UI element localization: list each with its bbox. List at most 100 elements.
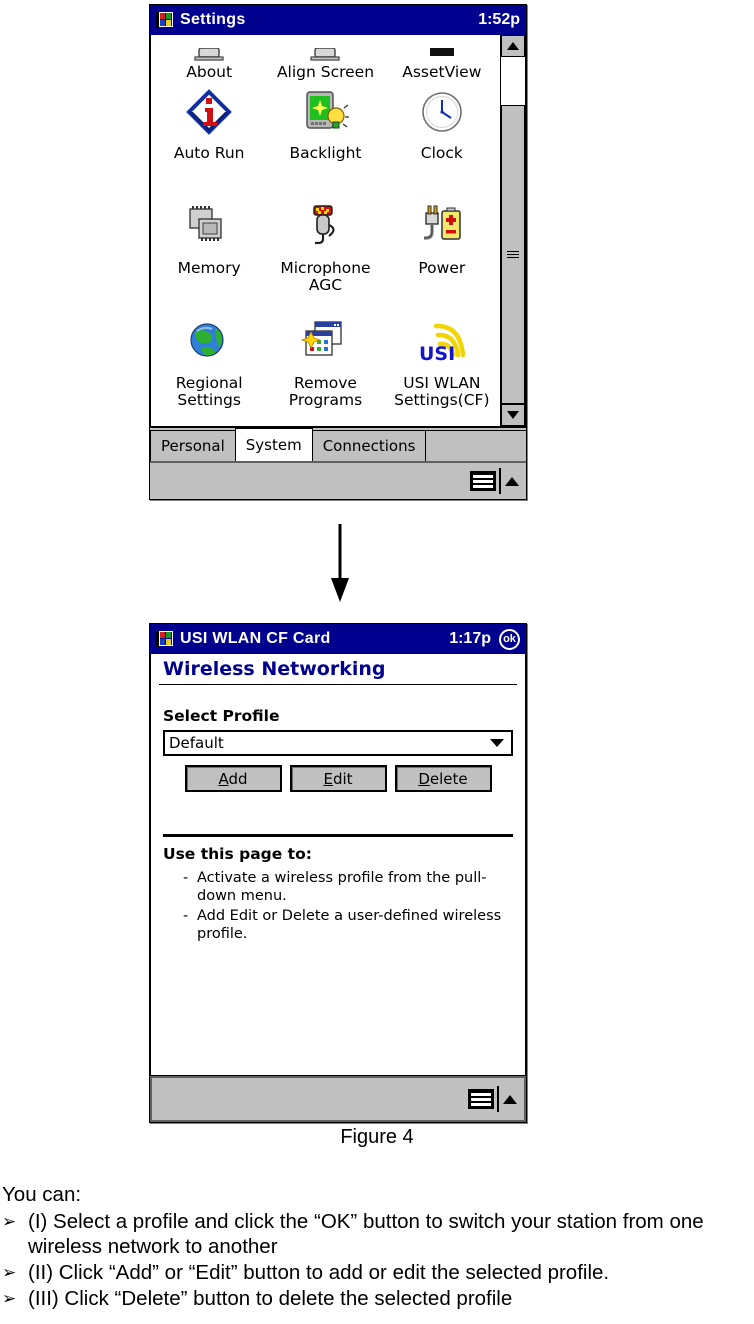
list-item: - Add Edit or Delete a user-defined wire… [183, 907, 517, 943]
settings-item-clock[interactable]: Clock [384, 81, 500, 196]
tab-label: System [245, 436, 302, 454]
profile-select-value: Default [169, 734, 224, 752]
taskbar-separator [497, 1086, 499, 1112]
prose-lead: You can: [2, 1183, 82, 1206]
settings-item-backlight[interactable]: Backlight [267, 81, 383, 196]
keyboard-icon[interactable] [470, 471, 496, 491]
arrow-bullet-icon: ➢ [2, 1263, 17, 1282]
list-item: - Activate a wireless profile from the p… [183, 869, 517, 905]
window-title: USI WLAN CF Card [180, 630, 331, 647]
icon-grid-scrollbar[interactable] [500, 35, 526, 427]
arrow-bullet-icon: ➢ [2, 1289, 17, 1308]
section-divider [163, 834, 513, 837]
body-text: You can: ➢ (I) Select a profile and clic… [2, 1182, 754, 1312]
add-button-mnemonic: A [218, 769, 229, 788]
tab-personal[interactable]: Personal [150, 430, 236, 461]
tab-label: Personal [161, 437, 225, 455]
backlight-icon [301, 81, 350, 143]
control-panel-icon-grid: About Align Screen AssetView Auto Run Ba… [150, 35, 500, 427]
settings-item-auto-run[interactable]: Auto Run [151, 81, 267, 196]
settings-titlebar: Settings 1:52p [150, 5, 526, 35]
settings-item-about[interactable]: About [151, 35, 267, 81]
keyboard-icon[interactable] [468, 1089, 494, 1109]
use-this-page-header: Use this page to: [163, 845, 312, 863]
settings-item-microphone-agc[interactable]: Microphone AGC [267, 196, 383, 311]
start-flag-icon[interactable] [156, 631, 174, 647]
scroll-down-button[interactable] [501, 404, 525, 426]
settings-tabbar: Personal System Connections [150, 427, 526, 461]
window-title: Settings [180, 11, 246, 28]
delete-button-label: elete [429, 769, 468, 788]
wireless-networking-body: Wireless Networking Select Profile Defau… [150, 654, 526, 1076]
usi-wlan-icon: USI [416, 311, 468, 373]
settings-item-assetview[interactable]: AssetView [384, 35, 500, 81]
triangle-down-icon [507, 411, 519, 419]
start-flag-icon[interactable] [156, 12, 174, 28]
align-screen-icon [308, 48, 342, 62]
settings-item-label: Backlight [289, 144, 362, 162]
usi-wlan-window: USI WLAN CF Card 1:17p ok Wireless Netwo… [149, 623, 527, 1123]
settings-item-remove-programs[interactable]: Remove Programs [267, 311, 383, 426]
settings-item-label: Align Screen [276, 63, 375, 81]
flow-arrow-down [331, 524, 349, 602]
about-icon [192, 48, 226, 62]
settings-item-label: Memory [177, 259, 241, 277]
ok-button[interactable]: ok [499, 628, 520, 650]
page-title: Wireless Networking [159, 654, 517, 685]
list-item-text: (III) Click “Delete” button to delete th… [28, 1287, 513, 1310]
list-item: ➢ (II) Click “Add” or “Edit” button to a… [2, 1260, 754, 1285]
triangle-up-icon[interactable] [505, 476, 519, 486]
usi-wlan-taskbar [150, 1076, 526, 1122]
taskbar-separator [499, 468, 501, 494]
profile-select[interactable]: Default [163, 730, 513, 756]
settings-item-power[interactable]: Power [384, 196, 500, 311]
scroll-up-button[interactable] [501, 35, 525, 57]
edit-button-mnemonic: E [323, 769, 333, 788]
grip-icon [507, 251, 519, 258]
assetview-icon [425, 48, 459, 62]
edit-button[interactable]: Edit [289, 765, 387, 792]
tab-connections[interactable]: Connections [311, 430, 427, 461]
list-item-text: Activate a wireless profile from the pul… [197, 870, 487, 904]
settings-body: About Align Screen AssetView Auto Run Ba… [150, 35, 526, 427]
delete-button-mnemonic: D [418, 769, 430, 788]
settings-item-usi-wlan[interactable]: USI USI WLAN Settings(CF) [384, 311, 500, 426]
remove-programs-icon [301, 311, 349, 373]
settings-item-regional-settings[interactable]: Regional Settings [151, 311, 267, 426]
regional-settings-icon [185, 311, 233, 373]
list-item-text: Add Edit or Delete a user-defined wirele… [197, 908, 502, 942]
figure-caption: Figure 4 [340, 1126, 414, 1148]
settings-item-memory[interactable]: Memory [151, 196, 267, 311]
settings-item-label: About [186, 63, 233, 81]
list-item-text: (I) Select a profile and click the “OK” … [28, 1210, 704, 1258]
bullet-dash: - [183, 870, 189, 886]
chevron-down-icon [490, 739, 504, 747]
list-item: ➢ (III) Click “Delete” button to delete … [2, 1286, 754, 1311]
add-button-label: dd [228, 769, 248, 788]
clock-time[interactable]: 1:52p [478, 11, 520, 29]
profile-actions: Add Edit Delete [159, 765, 517, 792]
settings-item-label: AssetView [402, 63, 482, 81]
settings-taskbar [150, 461, 526, 499]
settings-item-label: Microphone AGC [280, 259, 371, 294]
settings-item-label: USI WLAN Settings(CF) [394, 374, 490, 409]
add-button[interactable]: Add [184, 765, 282, 792]
auto-run-icon [185, 81, 233, 143]
tabbar-filler [425, 430, 526, 461]
scrollbar-track[interactable] [501, 57, 525, 404]
bullet-dash: - [183, 908, 189, 924]
settings-item-label: Remove Programs [288, 374, 363, 409]
triangle-up-icon [507, 42, 519, 50]
microphone-agc-icon [301, 196, 349, 258]
delete-button[interactable]: Delete [394, 765, 492, 792]
settings-item-align-screen[interactable]: Align Screen [267, 35, 383, 81]
select-profile-label: Select Profile [163, 707, 280, 725]
memory-icon [185, 196, 233, 258]
settings-item-label: Regional Settings [175, 374, 243, 409]
clock-time[interactable]: 1:17p [449, 630, 491, 648]
settings-window: Settings 1:52p About Align Screen AssetV… [149, 4, 527, 500]
settings-item-label: Auto Run [173, 144, 245, 162]
triangle-up-icon[interactable] [503, 1094, 517, 1104]
scrollbar-thumb[interactable] [501, 105, 525, 404]
tab-system[interactable]: System [234, 428, 313, 461]
